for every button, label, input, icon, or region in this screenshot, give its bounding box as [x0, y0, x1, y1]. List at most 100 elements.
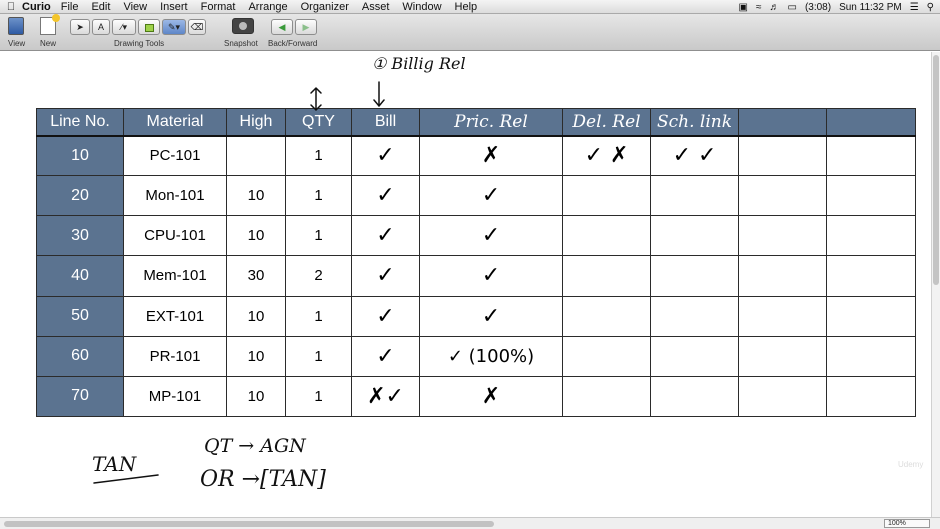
menu-file[interactable]: File [61, 1, 79, 13]
qty-cell: 1 [285, 215, 352, 257]
empty-cell [826, 175, 916, 217]
material-cell: EXT-101 [123, 295, 227, 337]
list-icon[interactable]: ☰ [910, 2, 919, 13]
delivery-cell [562, 215, 651, 257]
horizontal-scrollbar[interactable]: 100% [0, 517, 940, 529]
shape-tool-button[interactable] [138, 19, 160, 35]
horizontal-scroll-thumb[interactable] [4, 521, 494, 527]
line-no-cell: 20 [36, 175, 124, 217]
menu-insert[interactable]: Insert [160, 1, 188, 13]
empty-cell [738, 255, 827, 297]
toolbar: View New ➤ A ∕▾ ✎▾ ⌫ Drawing Tools Snaps… [0, 14, 940, 51]
back-button[interactable]: ◀ [271, 19, 293, 35]
snapshot-label: Snapshot [224, 39, 258, 48]
volume-icon[interactable]: ♬ [769, 2, 779, 13]
table-row: 10 PC-101 1 ✓ ✗ ✓ ✗ ✓ ✓ [36, 134, 916, 177]
bill-cell: ✓ [351, 134, 420, 177]
zoom-select[interactable]: 100% [884, 519, 930, 528]
delivery-cell [562, 295, 651, 337]
udemy-watermark: Udemy [898, 460, 924, 469]
delivery-cell [562, 335, 651, 377]
header-material: Material [123, 108, 227, 137]
qty-cell: 2 [285, 255, 352, 297]
view-icon[interactable] [8, 17, 24, 35]
menu-help[interactable]: Help [455, 1, 478, 13]
qty-cell: 1 [285, 134, 352, 177]
wifi-icon[interactable]: ≈ [756, 2, 762, 13]
drawing-tools-label: Drawing Tools [114, 39, 165, 48]
material-cell: Mon-101 [123, 175, 227, 217]
menu-format[interactable]: Format [201, 1, 236, 13]
material-cell: PC-101 [123, 134, 227, 177]
table-row: 20 Mon-101 10 1 ✓ ✓ [36, 175, 916, 217]
bill-cell: ✓ [351, 255, 420, 297]
header-schedule-link: Sch. link [650, 108, 739, 137]
delivery-cell: ✓ ✗ [562, 134, 651, 177]
line-no-cell: 40 [36, 255, 124, 297]
table-row: 60 PR-101 10 1 ✓ ✓ (100%) [36, 335, 916, 377]
vertical-scrollbar[interactable] [931, 52, 940, 517]
text-tool-button[interactable]: A [92, 19, 110, 35]
header-qty: QTY [285, 108, 352, 137]
schedule-cell [650, 175, 739, 217]
apple-menu-icon[interactable]:  [0, 1, 22, 13]
delivery-cell [562, 375, 651, 418]
tan-note: TAN [92, 452, 137, 476]
select-tool-button[interactable]: ➤ [70, 19, 90, 35]
empty-cell [738, 215, 827, 257]
menu-arrange[interactable]: Arrange [248, 1, 287, 13]
pricing-cell: ✓ [419, 175, 563, 217]
header-bill: Bill [351, 108, 420, 137]
line-tool-button[interactable]: ∕▾ [112, 19, 136, 35]
order-lines-table[interactable]: Line No. Material High QTY Bill Pric. Re… [36, 108, 916, 418]
clock[interactable]: Sun 11:32 PM [839, 2, 902, 13]
camera-icon[interactable] [232, 18, 254, 34]
menu-window[interactable]: Window [402, 1, 441, 13]
line-no-cell: 30 [36, 215, 124, 257]
schedule-cell [650, 375, 739, 418]
bill-cell: ✗✓ [351, 375, 420, 418]
screen-mirroring-icon[interactable]: ▣ [739, 2, 748, 13]
schedule-cell [650, 215, 739, 257]
app-menu[interactable]: Curio [22, 1, 51, 13]
battery-icon[interactable]: ▭ [787, 2, 796, 13]
schedule-cell: ✓ ✓ [650, 134, 739, 177]
menu-organizer[interactable]: Organizer [301, 1, 349, 13]
menu-asset[interactable]: Asset [362, 1, 390, 13]
high-cell: 10 [226, 375, 286, 418]
pen-tool-button[interactable]: ✎▾ [162, 19, 186, 35]
menu-edit[interactable]: Edit [91, 1, 110, 13]
header-empty-2 [826, 108, 916, 137]
vertical-scroll-thumb[interactable] [933, 55, 939, 285]
eraser-tool-button[interactable]: ⌫ [188, 19, 206, 35]
empty-cell [826, 255, 916, 297]
material-cell: Mem-101 [123, 255, 227, 297]
material-cell: PR-101 [123, 335, 227, 377]
view-label: View [8, 39, 26, 48]
empty-cell [826, 215, 916, 257]
new-document-icon[interactable] [40, 14, 60, 35]
empty-cell [826, 134, 916, 177]
header-high: High [226, 108, 286, 137]
schedule-cell [650, 295, 739, 337]
header-line-no: Line No. [36, 108, 124, 137]
spotlight-search-icon[interactable]: ⚲ [927, 2, 934, 13]
table-row: 30 CPU-101 10 1 ✓ ✓ [36, 215, 916, 257]
high-cell: 10 [226, 215, 286, 257]
high-cell: 10 [226, 335, 286, 377]
delivery-cell [562, 255, 651, 297]
pricing-cell: ✓ [419, 295, 563, 337]
bill-cell: ✓ [351, 335, 420, 377]
schedule-cell [650, 255, 739, 297]
billing-rel-note: ① Billig Rel [372, 54, 466, 73]
qty-cell: 1 [285, 175, 352, 217]
forward-button[interactable]: ▶ [295, 19, 317, 35]
material-cell: MP-101 [123, 375, 227, 418]
qty-cell: 1 [285, 335, 352, 377]
empty-cell [826, 295, 916, 337]
empty-cell [738, 375, 827, 418]
table-row: 70 MP-101 10 1 ✗✓ ✗ [36, 375, 916, 418]
empty-cell [738, 175, 827, 217]
pricing-cell: ✓ [419, 255, 563, 297]
menu-view[interactable]: View [123, 1, 147, 13]
